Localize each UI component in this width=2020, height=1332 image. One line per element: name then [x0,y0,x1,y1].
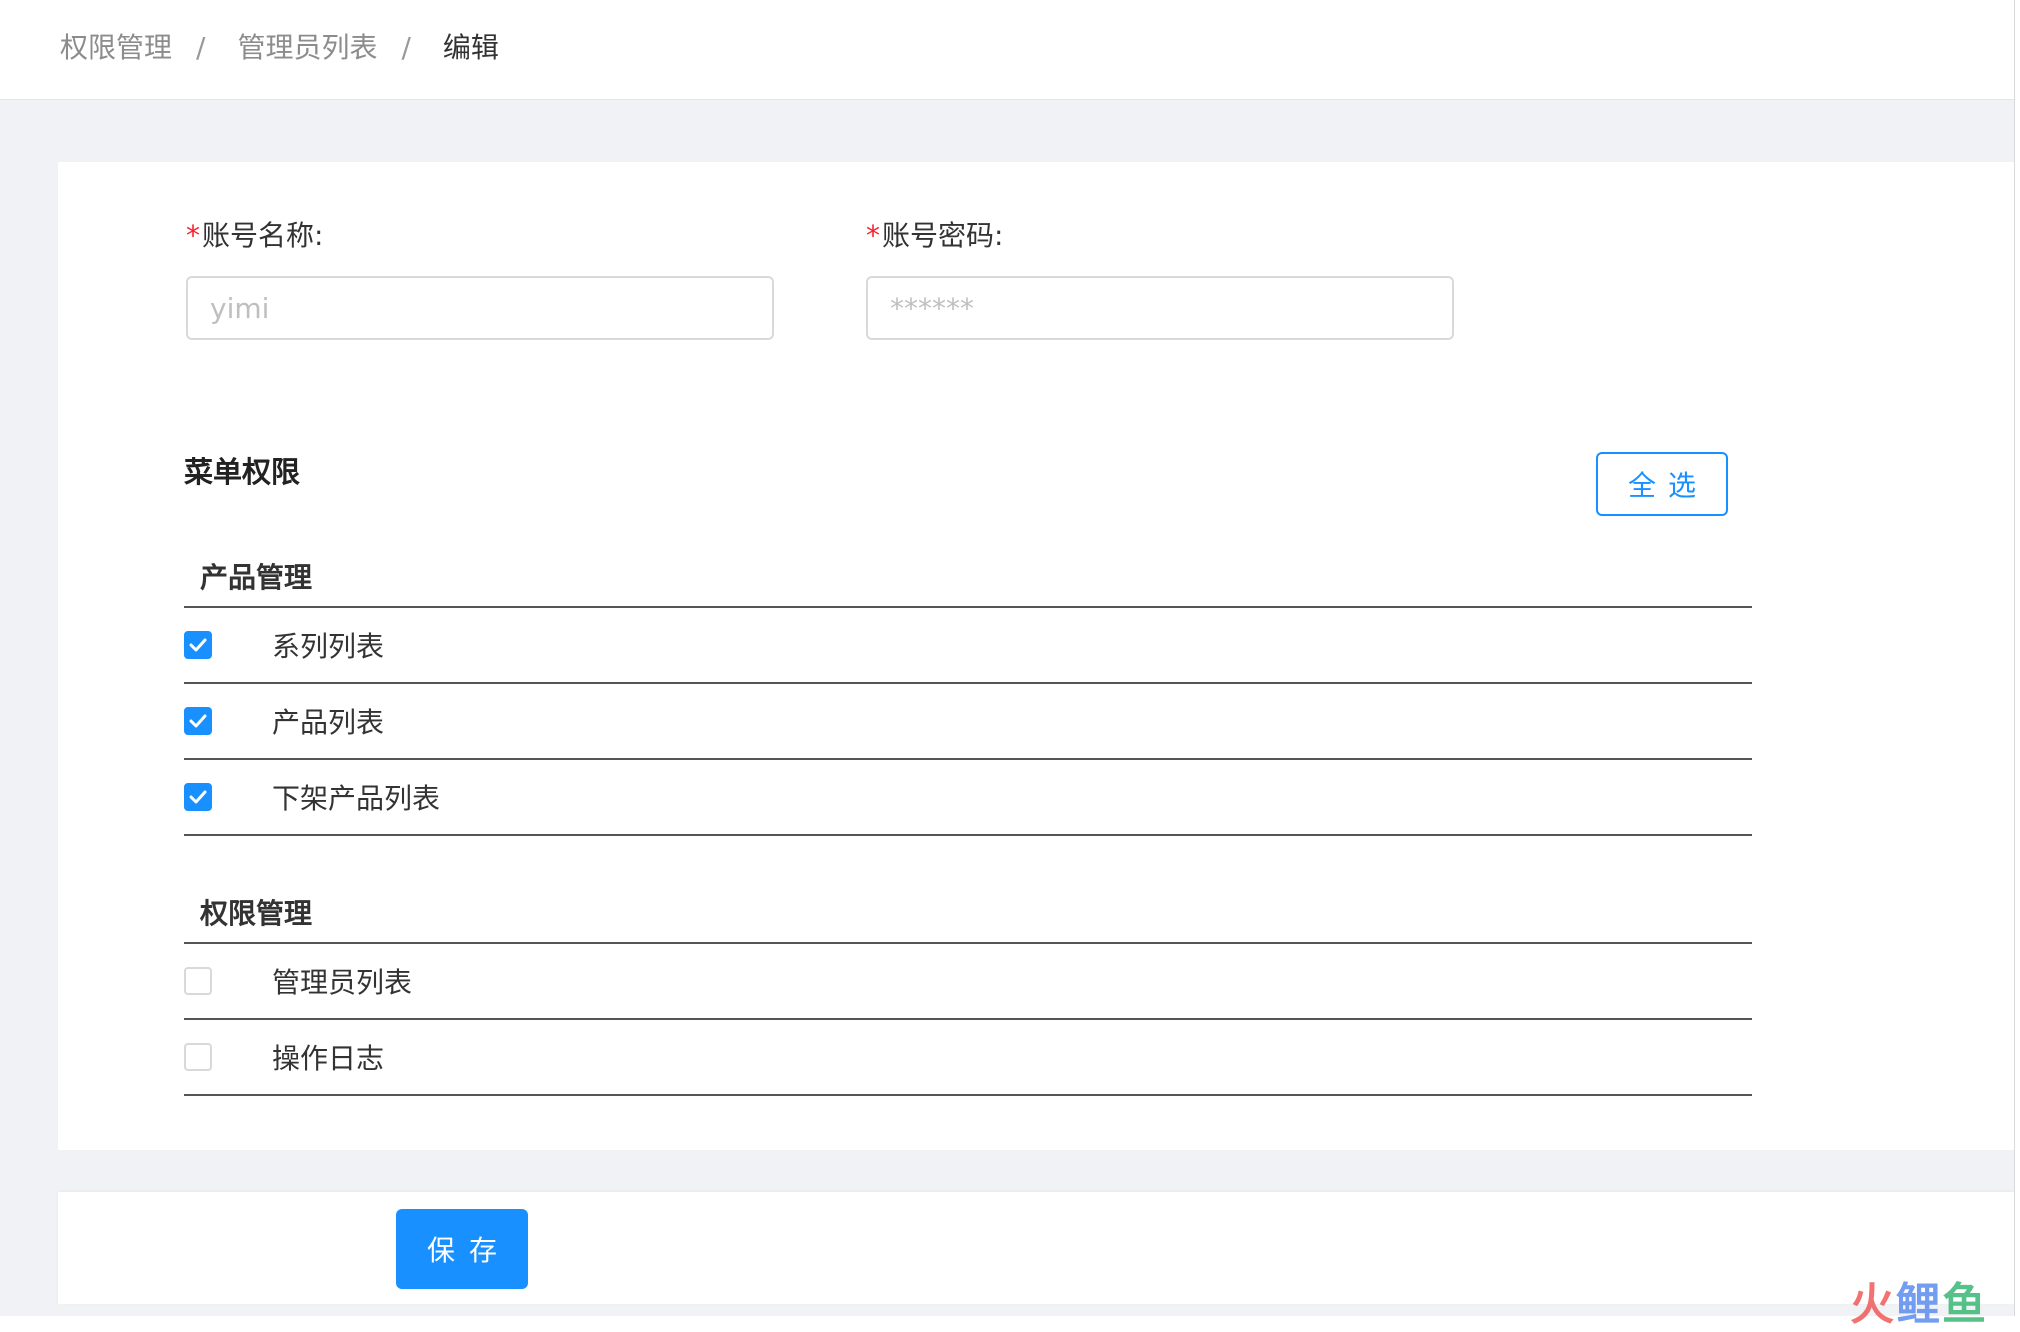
edit-form-card: *账号名称: *账号密码: 菜单权限 全选 产品管理 系列列表 产品列表 [58,162,2014,1150]
permission-label[interactable]: 管理员列表 [272,961,412,1001]
checkmark-icon [189,714,207,728]
permission-label[interactable]: 系列列表 [272,625,384,665]
breadcrumb-item-edit: 编辑 [442,31,499,64]
permission-label[interactable]: 下架产品列表 [272,777,440,817]
watermark-char: 鲤 [1896,1279,1940,1330]
watermark-char: 火 [1850,1279,1894,1330]
permission-label[interactable]: 产品列表 [272,701,384,741]
account-name-label-text: 账号名称: [202,219,324,252]
permission-row: 下架产品列表 [184,760,1752,836]
checkmark-icon [189,790,207,804]
checkbox-delisted-product-list[interactable] [184,783,212,811]
checkbox-product-list[interactable] [184,707,212,735]
permission-group-product: 产品管理 系列列表 产品列表 下架产品列表 [184,550,1752,836]
permission-row: 产品列表 [184,684,1752,760]
select-all-button[interactable]: 全选 [1596,452,1728,516]
watermark-char: 鱼 [1942,1279,1986,1330]
group-title: 权限管理 [184,886,1752,944]
group-title: 产品管理 [184,550,1752,608]
required-mark: * [866,219,880,252]
window-right-edge [2014,0,2020,1316]
app-viewport: 权限管理 / 管理员列表 / 编辑 *账号名称: *账号密码: 菜单权限 全选 … [0,0,2014,1330]
save-button[interactable]: 保存 [396,1209,528,1289]
breadcrumb-item-permission-management[interactable]: 权限管理 [60,28,172,68]
checkmark-icon [189,638,207,652]
breadcrumb-item-admin-list[interactable]: 管理员列表 [237,28,377,68]
account-name-label: *账号名称: [186,216,323,256]
page-header: 权限管理 / 管理员列表 / 编辑 [0,0,2014,100]
account-password-label-text: 账号密码: [882,219,1004,252]
breadcrumb-separator: / [196,31,206,64]
permission-label[interactable]: 操作日志 [272,1037,384,1077]
checkbox-series-list[interactable] [184,631,212,659]
account-password-label: *账号密码: [866,216,1003,256]
account-password-input[interactable] [866,276,1454,340]
account-name-input[interactable] [186,276,774,340]
checkbox-operation-log[interactable] [184,1043,212,1071]
permission-group-permission: 权限管理 管理员列表 操作日志 [184,886,1752,1096]
checkbox-admin-list[interactable] [184,967,212,995]
permission-row: 管理员列表 [184,944,1752,1020]
footer-action-bar: 保存 [58,1192,2014,1304]
permission-row: 系列列表 [184,608,1752,684]
breadcrumb-separator: / [401,31,411,64]
required-mark: * [186,219,200,252]
permission-row: 操作日志 [184,1020,1752,1096]
watermark-logo: 火 鲤 鱼 [1850,1268,1986,1332]
breadcrumb: 权限管理 / 管理员列表 / 编辑 [60,28,499,68]
menu-permissions-title: 菜单权限 [184,455,301,489]
